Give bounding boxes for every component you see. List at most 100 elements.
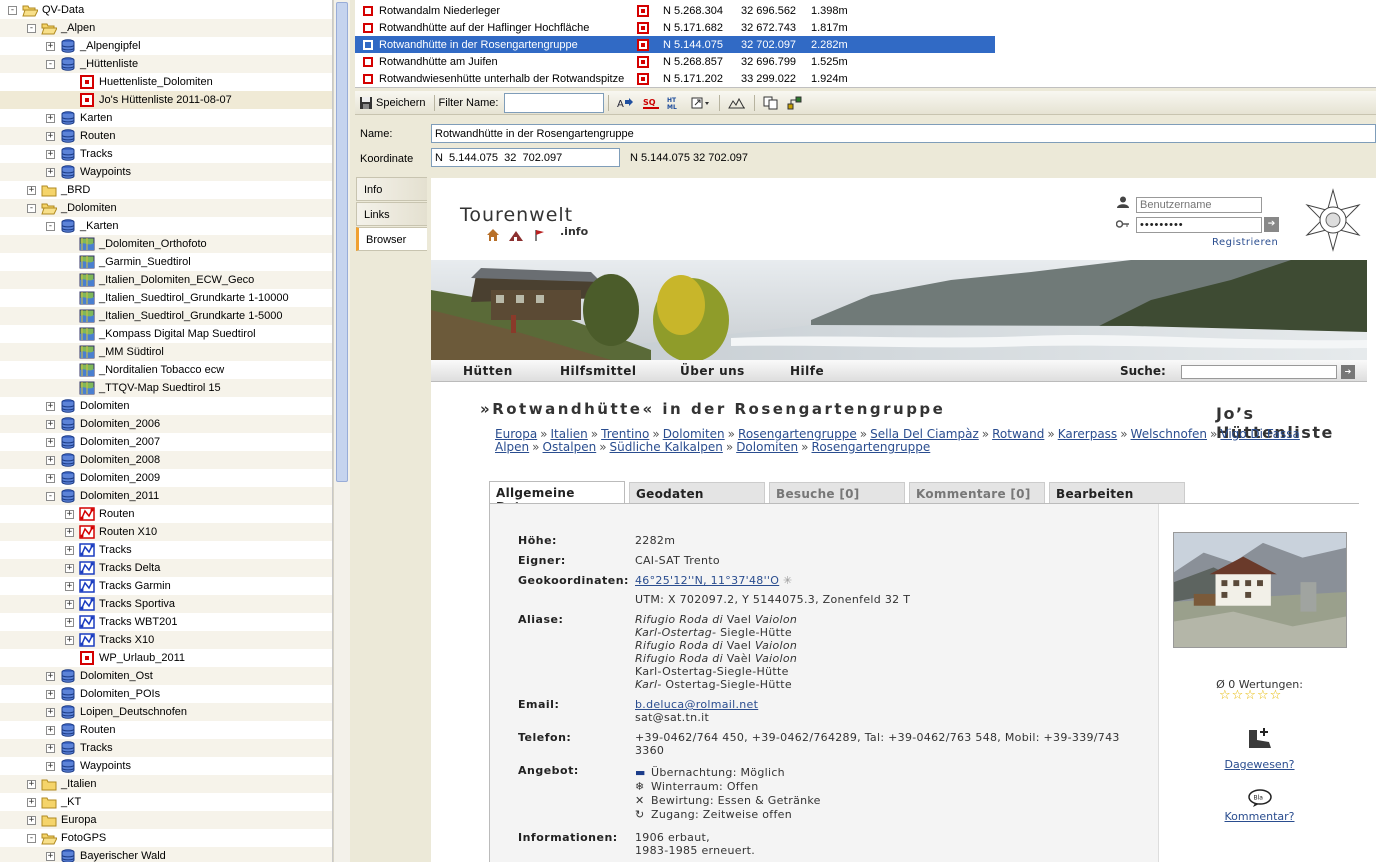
tree-item[interactable]: + Dolomiten_Ost bbox=[0, 667, 332, 685]
waypoint-row[interactable]: Rotwandhütte am Juifen N 5.268.857 32 696.… bbox=[355, 53, 995, 70]
tree-item[interactable]: WP_Urlaub_2011 bbox=[0, 649, 332, 667]
nav-huetten[interactable]: Hütten bbox=[463, 364, 513, 378]
tree-item[interactable]: + Europa bbox=[0, 811, 332, 829]
password-input[interactable] bbox=[1136, 217, 1262, 233]
collapse-toggle[interactable]: - bbox=[46, 59, 55, 69]
expand-toggle[interactable]: + bbox=[65, 617, 74, 627]
tree-item[interactable]: + Tracks Sportiva bbox=[0, 595, 332, 613]
waypoint-row[interactable]: Rotwandalm Niederleger N 5.268.304 32 696.… bbox=[355, 2, 995, 19]
collapse-toggle[interactable]: - bbox=[8, 5, 17, 15]
tab-geodaten[interactable]: Geodaten bbox=[629, 482, 765, 503]
waypoint-checkbox[interactable] bbox=[363, 56, 373, 67]
tab-besuche[interactable]: Besuche [0] bbox=[769, 482, 905, 503]
tree-item[interactable]: + Tracks bbox=[0, 541, 332, 559]
nav-hilfsmittel[interactable]: Hilfsmittel bbox=[560, 364, 636, 378]
hut-icon[interactable] bbox=[508, 228, 524, 242]
dataset-tree[interactable]: - QV-Data - _Alpen + _Alpengipfel - _Hüttenlist… bbox=[0, 0, 333, 862]
embedded-browser[interactable]: Tourenwelt .info ➔ Registrieren bbox=[431, 178, 1376, 862]
tree-item[interactable]: + Tracks bbox=[0, 739, 332, 757]
sql-button[interactable]: SQ bbox=[639, 93, 663, 113]
tab-bearbeiten[interactable]: Bearbeiten bbox=[1049, 482, 1185, 503]
tree-scrollbar-thumb[interactable] bbox=[336, 2, 348, 482]
tree-item[interactable]: _Kompass Digital Map Suedtirol bbox=[0, 325, 332, 343]
tree-item[interactable]: - Dolomiten_2011 bbox=[0, 487, 332, 505]
email-link[interactable]: b.deluca@rolmail.net bbox=[635, 698, 758, 711]
html-export-button[interactable]: HT ML bbox=[663, 93, 687, 113]
expand-toggle[interactable]: + bbox=[46, 401, 55, 411]
waypoint-checkbox[interactable] bbox=[363, 22, 373, 33]
tree-scrollbar[interactable] bbox=[333, 0, 350, 862]
name-field[interactable] bbox=[431, 124, 1376, 143]
tree-item[interactable]: - _Karten bbox=[0, 217, 332, 235]
tree-item[interactable]: + Dolomiten bbox=[0, 397, 332, 415]
collapse-toggle[interactable]: - bbox=[46, 221, 55, 231]
register-link[interactable]: Registrieren bbox=[1212, 237, 1278, 248]
kommentar-link[interactable]: Kommentar? bbox=[1159, 810, 1360, 823]
breadcrumb-link[interactable]: Europa bbox=[495, 427, 537, 441]
collapse-toggle[interactable]: - bbox=[27, 833, 36, 843]
expand-toggle[interactable]: + bbox=[46, 419, 55, 429]
login-button[interactable]: ➔ bbox=[1264, 217, 1279, 232]
tree-item[interactable]: - _Alpen bbox=[0, 19, 332, 37]
tree-item[interactable]: + Karten bbox=[0, 109, 332, 127]
coordinate-field[interactable] bbox=[431, 148, 620, 167]
expand-toggle[interactable]: + bbox=[46, 41, 55, 51]
expand-toggle[interactable]: + bbox=[46, 113, 55, 123]
breadcrumb-link[interactable]: Südliche Kalkalpen bbox=[610, 440, 723, 454]
save-button[interactable]: Speichern bbox=[355, 93, 430, 113]
breadcrumb-link[interactable]: Italien bbox=[551, 427, 588, 441]
breadcrumb-link[interactable]: Vigo Di Fassa bbox=[1220, 427, 1299, 441]
breadcrumb-link[interactable]: Rosengartengruppe bbox=[738, 427, 857, 441]
expand-toggle[interactable]: + bbox=[65, 599, 74, 609]
breadcrumb-link[interactable]: Ostalpen bbox=[543, 440, 597, 454]
waypoint-row[interactable]: Rotwandwiesenhütte unterhalb der Rotwand… bbox=[355, 70, 995, 87]
expand-toggle[interactable]: + bbox=[27, 815, 36, 825]
breadcrumb-link[interactable]: Sella Del Ciampàz bbox=[870, 427, 979, 441]
tree-item[interactable]: Huettenliste_Dolomiten bbox=[0, 73, 332, 91]
tree-item[interactable]: - _Dolomiten bbox=[0, 199, 332, 217]
home-icon[interactable] bbox=[486, 228, 500, 242]
tree-item[interactable]: + Dolomiten_2008 bbox=[0, 451, 332, 469]
tree-item[interactable]: _Garmin_Suedtirol bbox=[0, 253, 332, 271]
waypoint-list[interactable]: Rotwandalm Niederleger N 5.268.304 32 696.… bbox=[355, 0, 1376, 88]
expand-toggle[interactable]: + bbox=[65, 635, 74, 645]
waypoint-row[interactable]: Rotwandhütte auf der Haflinger Hochfläch… bbox=[355, 19, 995, 36]
tab-info[interactable]: Info bbox=[356, 177, 427, 201]
speech-bubble-icon[interactable]: Bla bbox=[1247, 789, 1273, 807]
tree-item[interactable]: _Dolomiten_Orthofoto bbox=[0, 235, 332, 253]
tab-browser[interactable]: Browser bbox=[356, 227, 427, 251]
tab-allgemeine-daten[interactable]: Allgemeine Daten bbox=[489, 481, 625, 514]
expand-toggle[interactable]: + bbox=[46, 761, 55, 771]
expand-toggle[interactable]: + bbox=[46, 851, 55, 861]
tree-item[interactable]: + Dolomiten_2006 bbox=[0, 415, 332, 433]
tree-item[interactable]: + Routen bbox=[0, 127, 332, 145]
tree-item[interactable]: - _Hüttenliste bbox=[0, 55, 332, 73]
expand-toggle[interactable]: + bbox=[46, 725, 55, 735]
tree-item[interactable]: _Norditalien Tobacco ecw bbox=[0, 361, 332, 379]
breadcrumb-link[interactable]: Rotwand bbox=[992, 427, 1044, 441]
tree-item[interactable]: + Loipen_Deutschnofen bbox=[0, 703, 332, 721]
site-search-input[interactable] bbox=[1181, 365, 1337, 379]
profile-button[interactable] bbox=[724, 93, 750, 113]
tree-item[interactable]: - FotoGPS bbox=[0, 829, 332, 847]
tree-item[interactable]: _Italien_Suedtirol_Grundkarte 1-10000 bbox=[0, 289, 332, 307]
tree-item[interactable]: + Waypoints bbox=[0, 757, 332, 775]
tree-item[interactable]: - QV-Data bbox=[0, 1, 332, 19]
tree-item[interactable]: + _Alpengipfel bbox=[0, 37, 332, 55]
username-input[interactable] bbox=[1136, 197, 1262, 213]
collapse-toggle[interactable]: - bbox=[27, 203, 36, 213]
rating-stars[interactable]: ☆☆☆☆☆ bbox=[1219, 688, 1282, 703]
expand-toggle[interactable]: + bbox=[46, 671, 55, 681]
tree-item[interactable]: + _Italien bbox=[0, 775, 332, 793]
tree-item[interactable]: + Waypoints bbox=[0, 163, 332, 181]
tree-item[interactable]: + Dolomiten_POIs bbox=[0, 685, 332, 703]
geokoordinaten-link[interactable]: 46°25'12''N, 11°37'48''O bbox=[635, 574, 779, 587]
breadcrumb-link[interactable]: Trentino bbox=[601, 427, 649, 441]
tree-item[interactable]: _MM Südtirol bbox=[0, 343, 332, 361]
expand-toggle[interactable]: + bbox=[65, 527, 74, 537]
tree-item[interactable]: + Dolomiten_2009 bbox=[0, 469, 332, 487]
nav-ueber-uns[interactable]: Über uns bbox=[680, 364, 745, 378]
hut-photo[interactable] bbox=[1173, 532, 1347, 648]
tab-kommentare[interactable]: Kommentare [0] bbox=[909, 482, 1045, 503]
tab-links[interactable]: Links bbox=[356, 202, 427, 226]
